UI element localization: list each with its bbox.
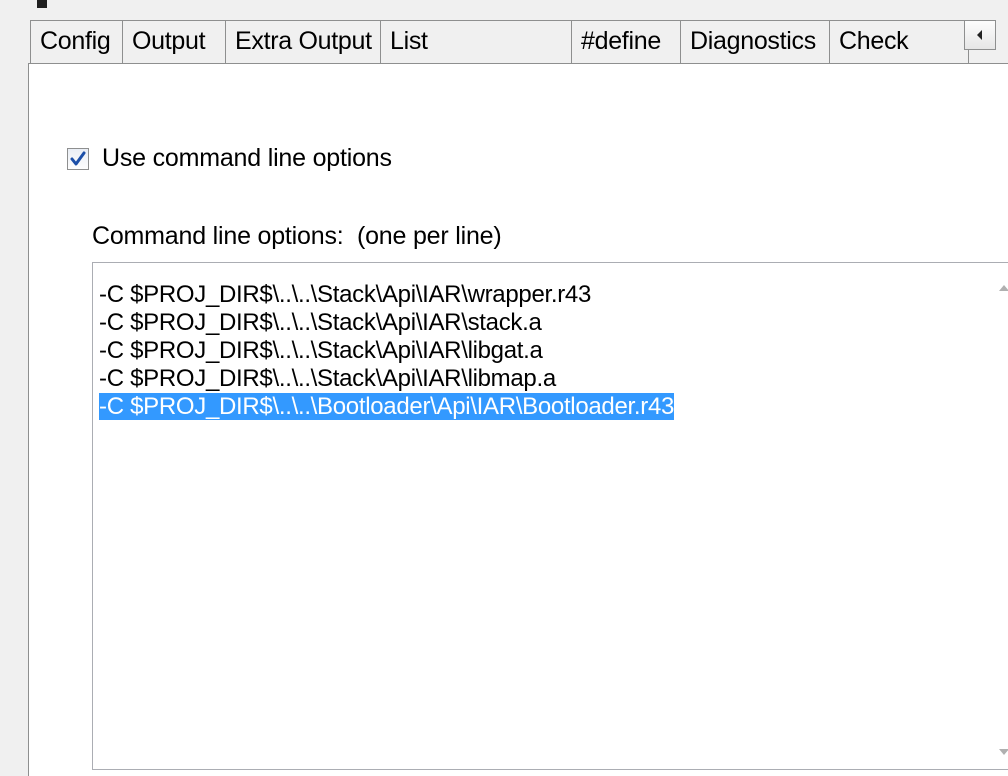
cmd-line-options-lines: -C $PROJ_DIR$\..\..\Stack\Api\IAR\wrappe…	[99, 281, 981, 421]
tab-strip: Config Output Extra Output List #define …	[30, 8, 1008, 66]
tab-list[interactable]: List	[380, 20, 572, 66]
use-cmd-line-checkbox[interactable]	[67, 147, 89, 170]
tab-label: Extra Output	[235, 27, 372, 55]
tab-label: Output	[132, 27, 206, 55]
use-cmd-line-label: Use command line options	[102, 144, 392, 172]
tab-label: Check	[839, 27, 909, 55]
cmd-line-option[interactable]: -C $PROJ_DIR$\..\..\Stack\Api\IAR\libmap…	[99, 365, 981, 393]
tab-label: Config	[40, 27, 111, 55]
title-fragment	[37, 0, 47, 8]
scroll-up-button[interactable]	[987, 271, 1008, 305]
tab-extra-output[interactable]: Extra Output	[225, 20, 381, 66]
scroll-up-arrow-icon	[999, 285, 1008, 291]
scroll-down-button[interactable]	[987, 735, 1008, 769]
cmd-line-options-label: Command line options: (one per line)	[92, 222, 502, 250]
cmd-line-option[interactable]: -C $PROJ_DIR$\..\..\Stack\Api\IAR\wrappe…	[99, 281, 981, 309]
tab-check[interactable]: Check	[829, 20, 969, 66]
checkmark-icon	[70, 151, 86, 165]
cmd-line-options-textarea[interactable]: -C $PROJ_DIR$\..\..\Stack\Api\IAR\wrappe…	[92, 262, 1008, 770]
cmd-line-option[interactable]: -C $PROJ_DIR$\..\..\Stack\Api\IAR\stack.…	[99, 309, 981, 337]
tab-scroll-left-button[interactable]	[964, 20, 996, 50]
chevron-left-icon	[977, 30, 982, 40]
cmd-line-option[interactable]: -C $PROJ_DIR$\..\..\Stack\Api\IAR\libgat…	[99, 337, 981, 365]
tab-label: Diagnostics	[690, 27, 816, 55]
scroll-down-arrow-icon	[999, 749, 1008, 755]
tab-define[interactable]: #define	[571, 20, 681, 66]
tab-config[interactable]: Config	[30, 20, 123, 66]
tab-label: List	[390, 27, 428, 55]
vertical-scrollbar[interactable]	[987, 263, 1008, 769]
extra-options-page: Use command line options Command line op…	[28, 63, 1008, 776]
tab-output[interactable]: Output	[122, 20, 226, 66]
options-dialog: Config Output Extra Output List #define …	[0, 0, 1008, 776]
use-cmd-line-option[interactable]: Use command line options	[67, 144, 392, 173]
window-edge	[0, 0, 10, 776]
tab-label: #define	[581, 27, 661, 55]
cmd-line-option-selected[interactable]: -C $PROJ_DIR$\..\..\Bootloader\Api\IAR\B…	[99, 393, 981, 421]
tab-diagnostics[interactable]: Diagnostics	[680, 20, 830, 66]
